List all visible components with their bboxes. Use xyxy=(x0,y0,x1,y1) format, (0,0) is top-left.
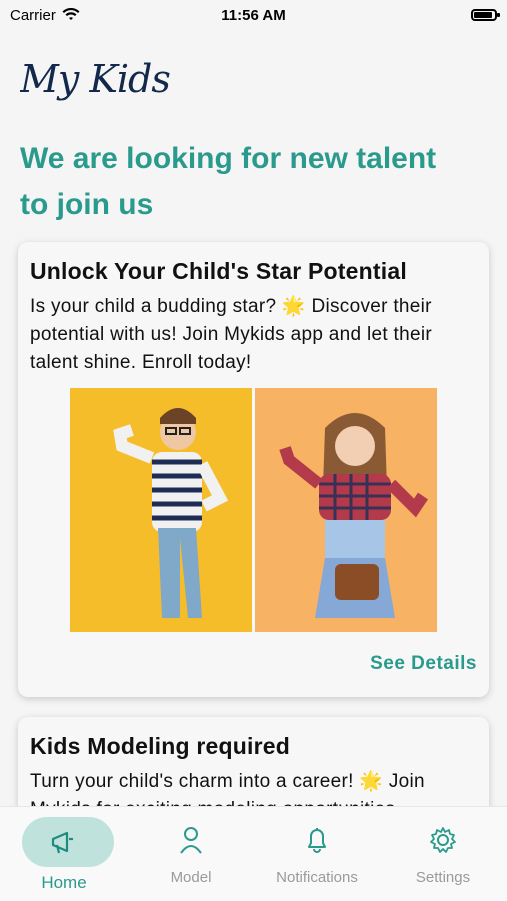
card-description: Is your child a budding star? 🌟 Discover… xyxy=(30,296,432,373)
tab-settings[interactable]: Settings xyxy=(383,807,503,901)
see-details-link[interactable]: See Details xyxy=(370,653,477,675)
tab-model[interactable]: Model xyxy=(131,807,251,901)
job-card[interactable]: Unlock Your Child's Star Potential Is yo… xyxy=(18,242,489,697)
tab-label: Notifications xyxy=(276,869,358,886)
card-title: Kids Modeling required xyxy=(30,733,290,759)
logo-graphic: My Kids xyxy=(19,57,171,101)
gear-icon xyxy=(430,827,456,853)
boy-illustration xyxy=(113,408,229,618)
card-title: Unlock Your Child's Star Potential xyxy=(30,258,407,284)
bell-icon xyxy=(308,828,326,853)
battery-icon xyxy=(471,9,500,21)
status-bar: Carrier 11:56 AM xyxy=(0,0,507,30)
tab-label: Model xyxy=(170,869,212,886)
logo-text: My Kids xyxy=(20,57,170,101)
megaphone-icon xyxy=(51,831,73,854)
card-images xyxy=(70,388,437,632)
app-logo: My Kids xyxy=(19,52,171,114)
status-time: 11:56 AM xyxy=(221,6,286,24)
girl-photo xyxy=(255,388,437,632)
tab-label: Home xyxy=(41,873,87,892)
girl-illustration xyxy=(279,413,428,618)
page-headline: We are looking for new talent to join us xyxy=(20,142,437,221)
person-icon xyxy=(180,827,202,854)
boy-photo xyxy=(70,388,252,632)
tab-notifications[interactable]: Notifications xyxy=(257,807,377,901)
bottom-tab-bar: Home Model Notifications Settings xyxy=(0,806,507,901)
tab-label: Settings xyxy=(415,869,471,886)
tab-home[interactable]: Home xyxy=(4,807,124,901)
